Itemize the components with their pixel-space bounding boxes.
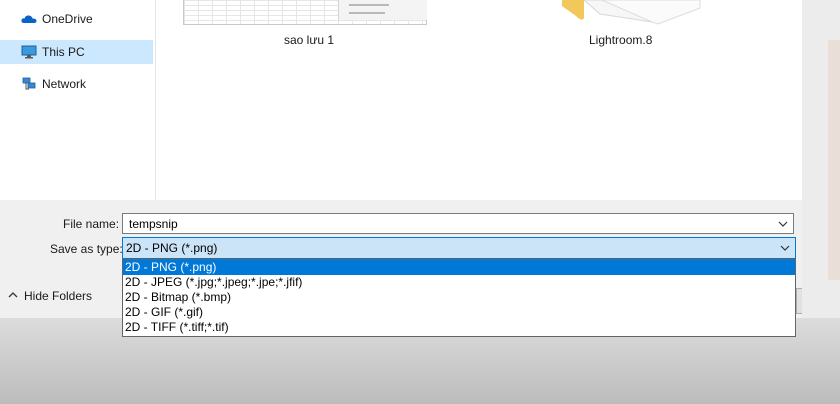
save-as-type-label: Save as type: — [50, 242, 123, 256]
dropdown-option-png[interactable]: 2D - PNG (*.png) — [123, 260, 795, 275]
save-as-type-dropdown-list[interactable]: 2D - PNG (*.png) 2D - JPEG (*.jpg;*.jpeg… — [122, 259, 796, 337]
chevron-up-icon — [8, 289, 18, 303]
save-button-partial[interactable] — [796, 288, 802, 314]
dropdown-option-tiff[interactable]: 2D - TIFF (*.tiff;*.tif) — [123, 320, 795, 335]
chevron-down-icon[interactable] — [778, 218, 788, 228]
file-name-lightroom[interactable]: Lightroom.8 — [589, 33, 652, 47]
network-icon — [21, 77, 37, 91]
save-as-type-value: 2D - PNG (*.png) — [126, 241, 218, 255]
file-name-value[interactable]: tempsnip — [129, 217, 178, 231]
this-pc-monitor-icon — [21, 45, 37, 59]
dropdown-option-jpeg[interactable]: 2D - JPEG (*.jpg;*.jpeg;*.jpe;*.jfif) — [123, 275, 795, 290]
background-window-accent — [828, 40, 840, 280]
onedrive-cloud-icon — [21, 12, 37, 26]
file-name-sao-luu-1[interactable]: sao lưu 1 — [284, 33, 334, 47]
dropdown-option-bitmap[interactable]: 2D - Bitmap (*.bmp) — [123, 290, 795, 305]
file-name-combobox[interactable]: tempsnip — [122, 213, 794, 234]
nav-item-this-pc[interactable]: This PC — [0, 40, 153, 64]
nav-item-onedrive[interactable]: OneDrive — [0, 7, 153, 31]
nav-item-label: This PC — [42, 45, 85, 59]
nav-item-label: Network — [42, 77, 87, 91]
nav-item-label: OneDrive — [42, 12, 93, 26]
file-list-area[interactable] — [156, 0, 802, 200]
chevron-down-icon[interactable] — [780, 242, 790, 252]
folder-icon[interactable] — [562, 0, 702, 26]
file-name-label: File name: — [63, 217, 120, 231]
hide-folders-button[interactable]: Hide Folders — [8, 288, 92, 304]
hide-folders-label: Hide Folders — [24, 289, 93, 303]
spreadsheet-thumbnail-menu — [338, 0, 427, 20]
dropdown-option-gif[interactable]: 2D - GIF (*.gif) — [123, 305, 795, 320]
save-as-type-select[interactable]: 2D - PNG (*.png) — [122, 237, 796, 259]
navigation-pane[interactable]: OneDrive This PC Network — [0, 0, 156, 200]
nav-item-network[interactable]: Network — [0, 72, 153, 96]
